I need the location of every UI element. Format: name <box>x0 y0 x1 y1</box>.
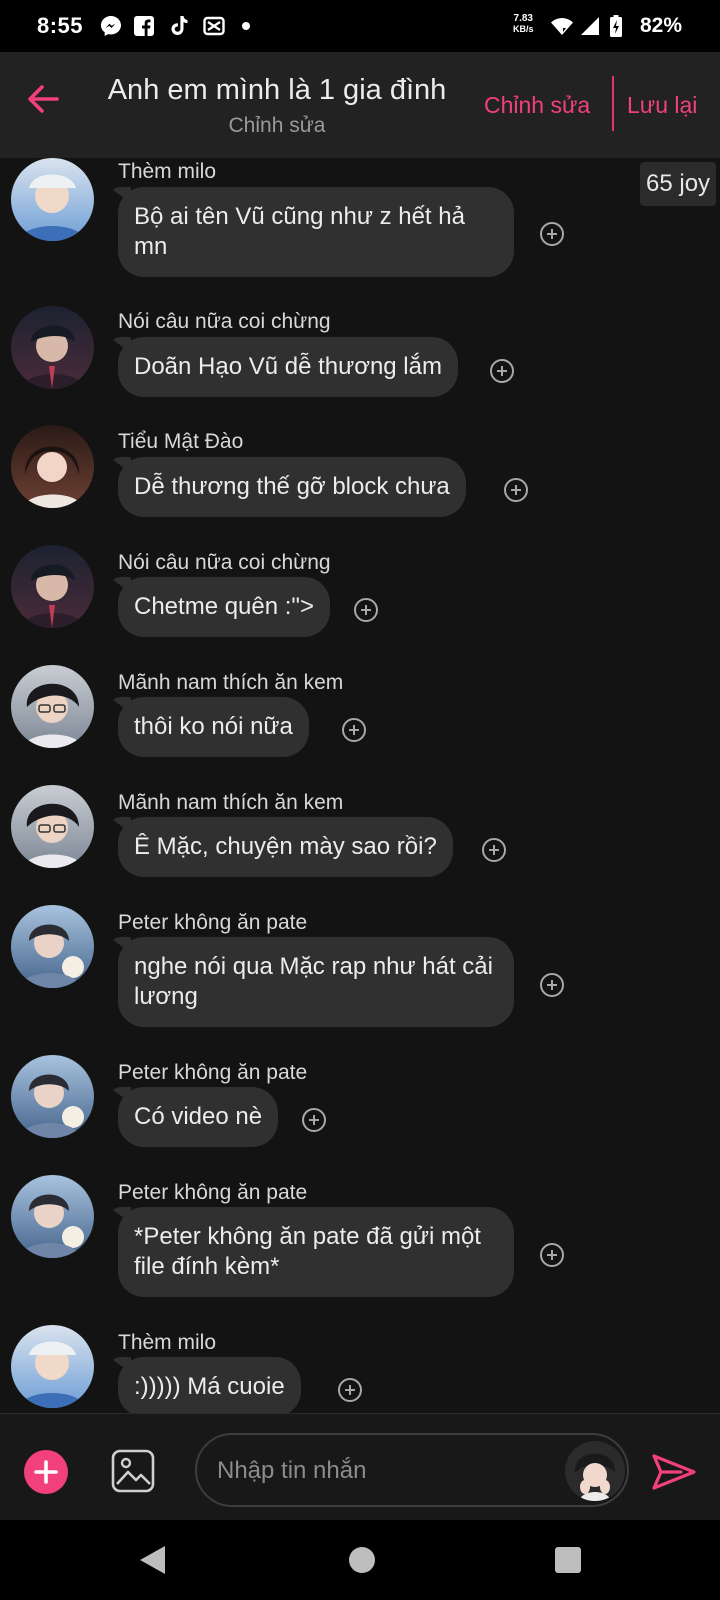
avatar[interactable] <box>11 1325 94 1408</box>
status-bar: 8:55 7.83 KB/s 82% <box>0 0 720 52</box>
message-bubble[interactable]: Bộ ai tên Vũ cũng như z hết hả mn <box>118 187 514 277</box>
avatar[interactable] <box>11 785 94 868</box>
net-speed-value: 7.83 <box>513 13 533 24</box>
react-plus-icon[interactable] <box>503 477 529 503</box>
home-nav-icon[interactable] <box>347 1543 377 1577</box>
avatar[interactable] <box>11 306 94 389</box>
message-bubble[interactable]: *Peter không ăn pate đã gửi một file đín… <box>118 1207 514 1297</box>
react-plus-icon[interactable] <box>539 221 565 247</box>
plus-icon <box>34 1460 58 1484</box>
react-plus-icon[interactable] <box>489 358 515 384</box>
recents-nav-icon[interactable] <box>553 1543 583 1577</box>
header-divider <box>612 76 614 131</box>
sender-name: Thèm milo <box>118 1331 217 1354</box>
wifi-icon <box>551 18 573 35</box>
react-plus-icon[interactable] <box>337 1377 363 1403</box>
react-plus-icon[interactable] <box>301 1107 327 1133</box>
react-plus-icon[interactable] <box>353 597 379 623</box>
message-bubble[interactable]: Doãn Hạo Vũ dễ thương lắm <box>118 337 458 397</box>
message-bubble[interactable]: Ê Mặc, chuyện mày sao rồi? <box>118 817 453 877</box>
image-icon[interactable] <box>110 1448 156 1494</box>
battery-percent: 82% <box>640 14 683 37</box>
back-nav-icon[interactable] <box>137 1543 167 1577</box>
avatar[interactable] <box>11 158 94 241</box>
sticker-avatar-icon <box>565 1441 625 1501</box>
chat-header: Anh em mình là 1 gia đình Chỉnh sửa Chỉn… <box>0 52 720 158</box>
save-button[interactable]: Lưu lại <box>627 92 697 119</box>
dot-icon <box>242 22 250 30</box>
react-plus-icon[interactable] <box>539 1242 565 1268</box>
sender-name: Thèm milo <box>118 160 217 183</box>
group-subtitle: Chỉnh sửa <box>228 114 326 137</box>
sender-name: Peter không ăn pate <box>118 1061 308 1084</box>
sender-name: Nói câu nữa coi chừng <box>118 310 331 333</box>
message-bubble[interactable]: nghe nói qua Mặc rap như hát cải lương <box>118 937 514 1027</box>
message-bubble[interactable]: :))))) Má cuoie <box>118 1357 301 1417</box>
avatar[interactable] <box>11 545 94 628</box>
net-speed-unit: KB/s <box>513 24 534 34</box>
avatar[interactable] <box>11 1055 94 1138</box>
sender-name: Peter không ăn pate <box>118 1181 308 1204</box>
avatar[interactable] <box>11 425 94 508</box>
message-input[interactable] <box>215 1453 549 1489</box>
messenger-icon <box>101 16 121 36</box>
send-icon[interactable] <box>650 1450 698 1494</box>
group-title: Anh em mình là 1 gia đình <box>107 74 447 106</box>
tiktok-icon <box>171 16 188 35</box>
react-plus-icon[interactable] <box>539 972 565 998</box>
back-arrow-icon[interactable] <box>26 82 60 116</box>
message-bubble[interactable]: thôi ko nói nữa <box>118 697 309 757</box>
message-bubble[interactable]: Chetme quên :"> <box>118 577 330 637</box>
sender-name: Tiểu Mật Đào <box>118 430 244 453</box>
system-nav-bar <box>0 1520 720 1600</box>
status-time: 8:55 <box>37 13 84 38</box>
battery-charging-icon <box>610 15 622 37</box>
avatar[interactable] <box>11 665 94 748</box>
react-plus-icon[interactable] <box>481 837 507 863</box>
facebook-icon <box>134 16 154 36</box>
message-input-wrapper <box>195 1433 629 1507</box>
message-composer <box>0 1413 720 1521</box>
capcut-icon <box>203 16 225 36</box>
signal-icon <box>581 17 599 35</box>
sender-name: Peter không ăn pate <box>118 911 308 934</box>
message-bubble[interactable]: Dễ thương thế gỡ block chưa <box>118 457 466 517</box>
sender-name: Mãnh nam thích ăn kem <box>118 791 344 814</box>
edit-button[interactable]: Chỉnh sửa <box>484 92 590 119</box>
avatar[interactable] <box>11 905 94 988</box>
sender-name: Mãnh nam thích ăn kem <box>118 671 344 694</box>
net-speed: 7.83 KB/s <box>513 13 534 35</box>
sender-name: Nói câu nữa coi chừng <box>118 551 331 574</box>
add-button[interactable] <box>24 1450 68 1494</box>
avatar[interactable] <box>11 1175 94 1258</box>
sticker-button[interactable] <box>565 1441 625 1501</box>
message-bubble[interactable]: Có video nè <box>118 1087 279 1147</box>
joy-badge: 65 joy <box>640 162 717 206</box>
react-plus-icon[interactable] <box>341 717 367 743</box>
